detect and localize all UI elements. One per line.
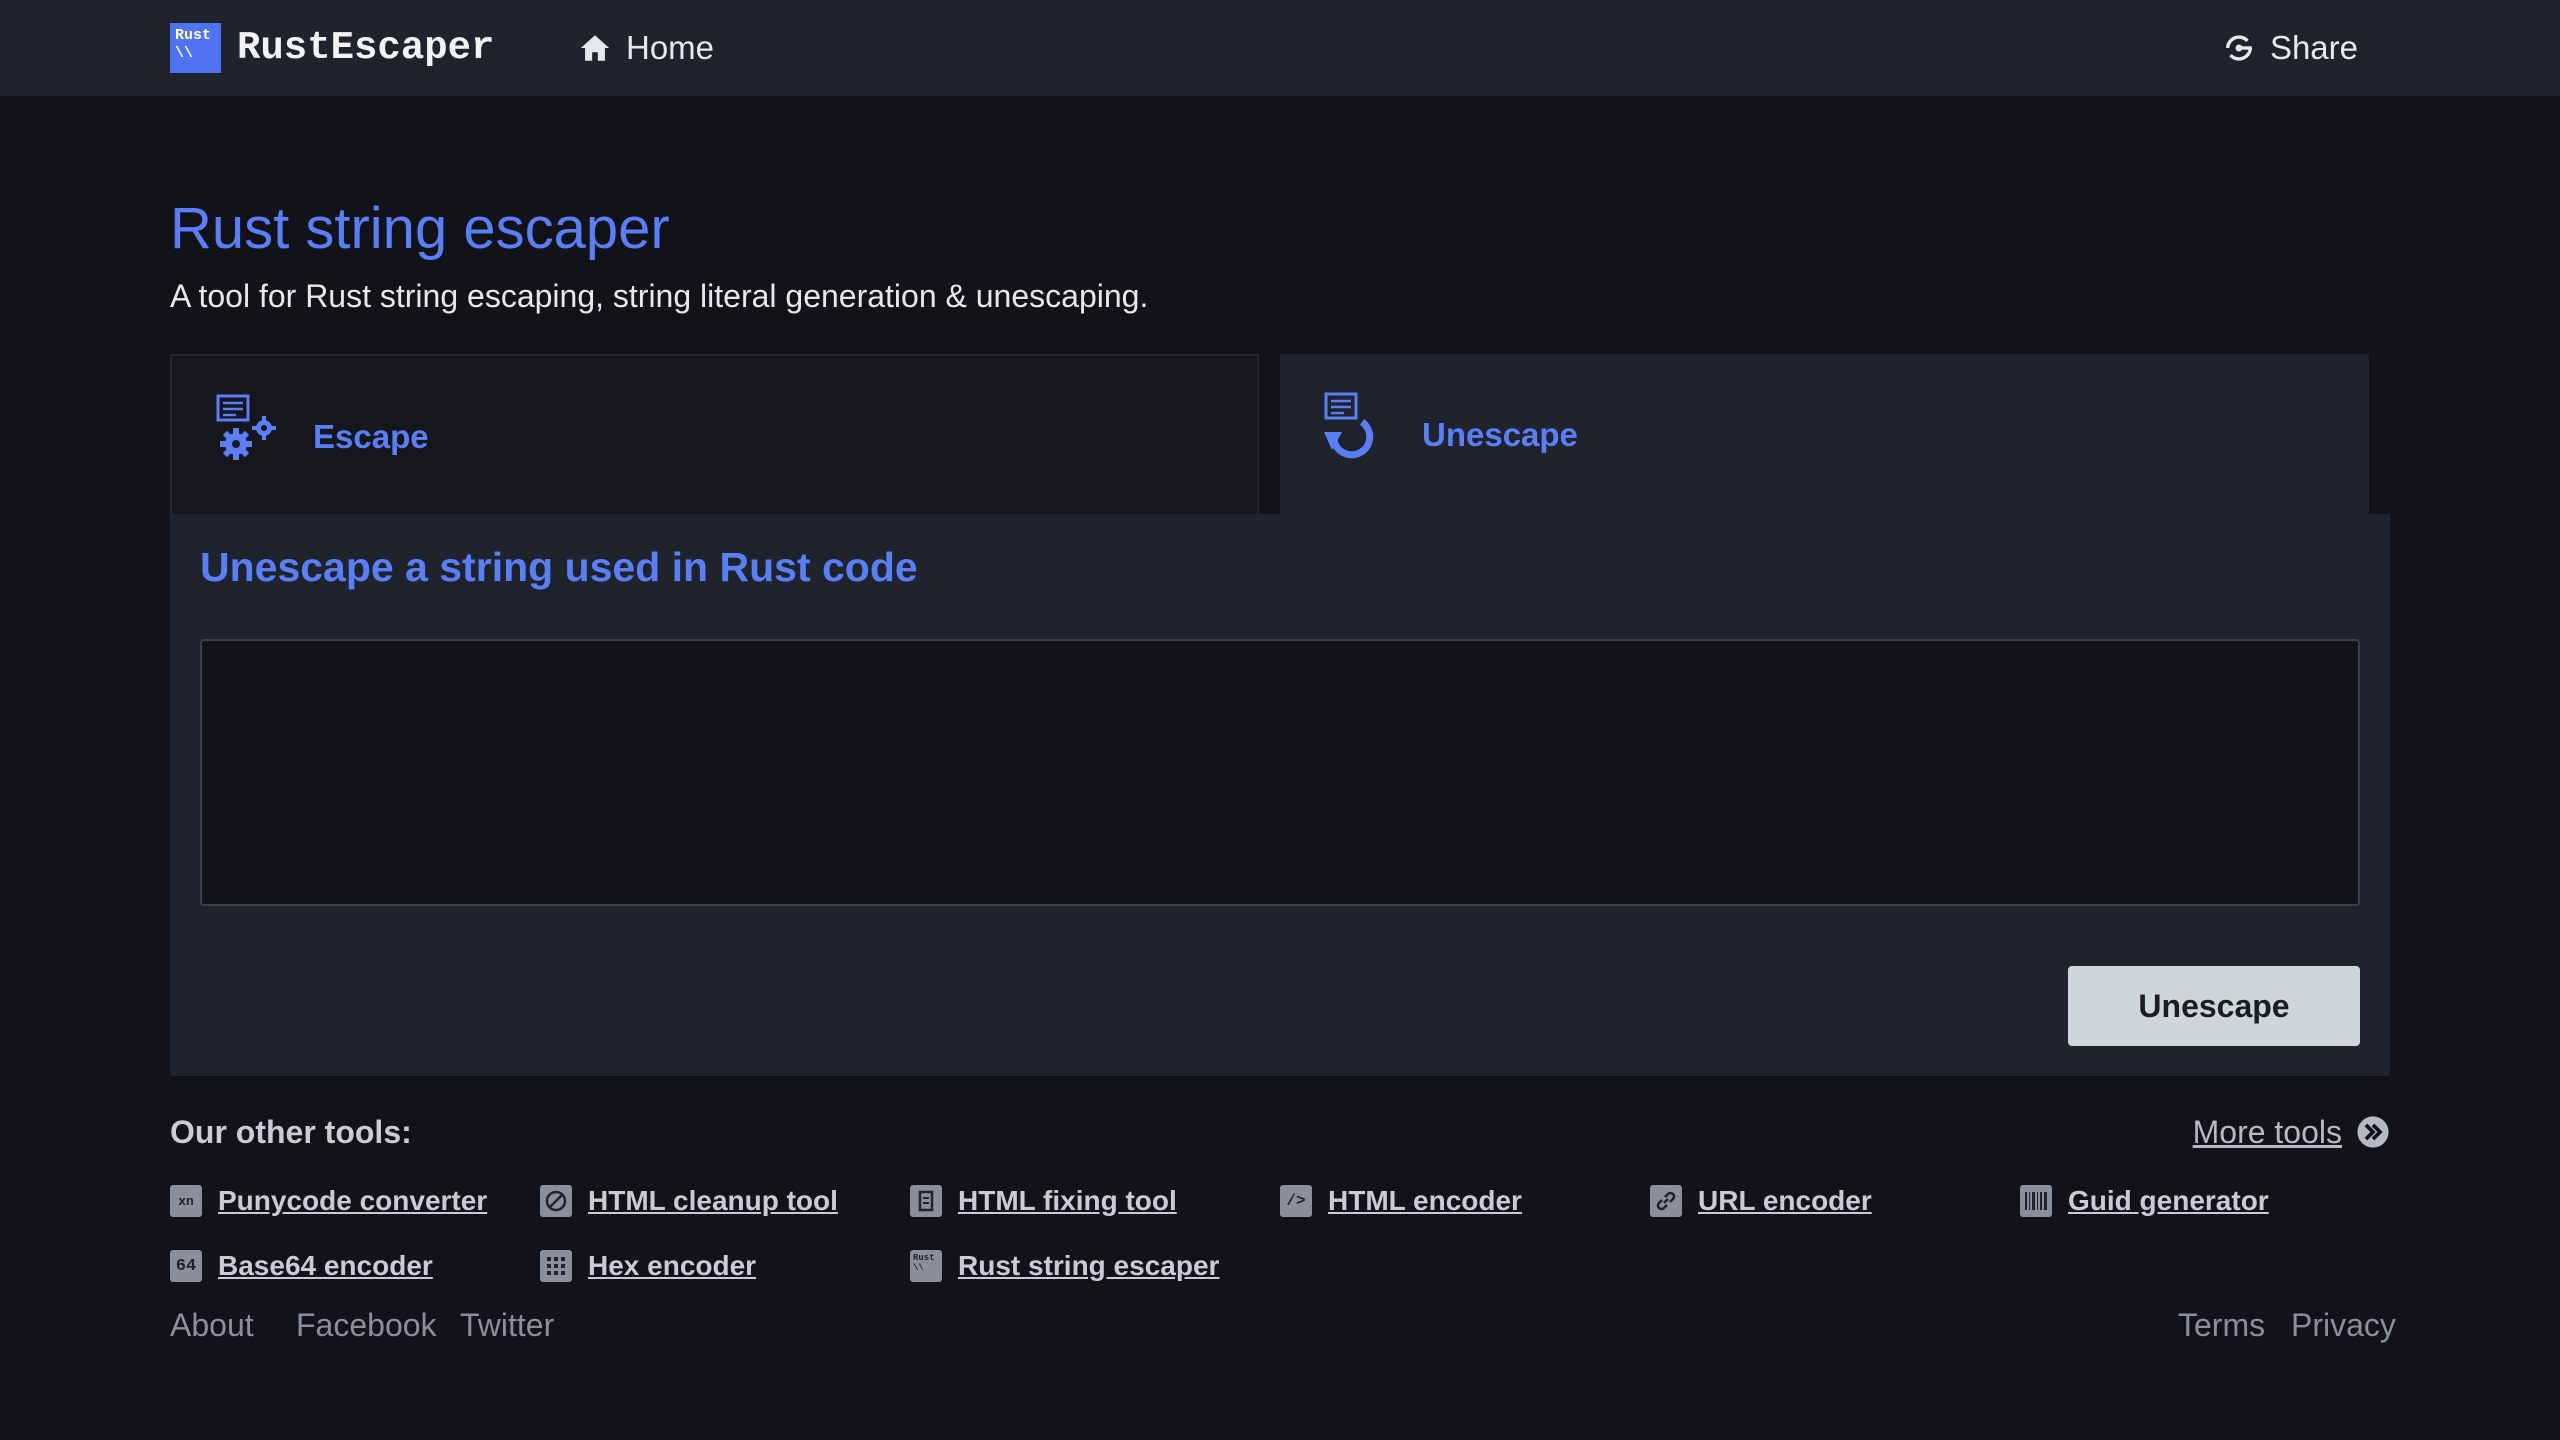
tab-unescape[interactable]: Unescape [1280,354,2369,514]
fix-icon [910,1185,942,1217]
footer-terms-link[interactable]: Terms [2178,1307,2265,1344]
tool-label: URL encoder [1698,1185,1872,1216]
barcode-icon [2020,1185,2052,1217]
brand-logo-link[interactable]: Rust \\ RustEscaper [170,23,494,73]
panel-title: Unescape a string used in Rust code [200,544,918,590]
footer-about-link[interactable]: About [170,1307,254,1344]
share-icon [2225,35,2252,61]
link-icon [1650,1185,1682,1217]
tool-link-hex-encoder[interactable]: Hex encoder [540,1248,756,1284]
footer-facebook-link[interactable]: Facebook [296,1307,437,1344]
tool-link-base64-encoder[interactable]: 64 Base64 encoder [170,1248,433,1284]
base64-icon: 64 [170,1250,202,1282]
tool-label: Hex encoder [588,1250,757,1281]
tab-escape-label: Escape [313,418,429,455]
punycode-icon: xn [170,1185,202,1217]
top-navbar: Rust \\ RustEscaper Home Share [0,0,2560,96]
home-icon [580,35,610,61]
chevron-double-right-icon [2357,1116,2389,1148]
rust-mini-icon: Rust \\ [910,1250,942,1282]
tool-link-html-fixing[interactable]: HTML fixing tool [910,1183,1177,1219]
code-icon: /> [1280,1185,1312,1217]
tool-link-html-cleanup[interactable]: HTML cleanup tool [540,1183,838,1219]
tool-label: Punycode converter [218,1185,488,1216]
share-button[interactable]: Share [2222,26,2358,70]
tool-link-html-encoder[interactable]: /> HTML encoder [1280,1183,1522,1219]
hex-grid-icon [540,1250,572,1282]
tool-label: HTML encoder [1328,1185,1522,1216]
tool-link-punycode[interactable]: xn Punycode converter [170,1183,487,1219]
cleanup-icon [540,1185,572,1217]
other-tools-heading: Our other tools: [170,1114,412,1150]
escape-gears-icon [216,394,276,460]
tool-label: HTML cleanup tool [588,1185,838,1216]
tool-link-guid-generator[interactable]: Guid generator [2020,1183,2269,1219]
tool-label: HTML fixing tool [958,1185,1177,1216]
footer-privacy-link[interactable]: Privacy [2291,1307,2396,1344]
tab-unescape-label: Unescape [1422,416,1578,453]
unescape-arrow-icon [1324,392,1374,459]
tool-label: Guid generator [2068,1185,2269,1216]
unescape-button[interactable]: Unescape [2068,966,2360,1046]
tab-escape[interactable]: Escape [170,354,1259,514]
share-label: Share [2269,29,2358,66]
brand-name: RustEscaper [237,26,495,70]
home-label: Home [626,29,715,66]
footer-twitter-link[interactable]: Twitter [460,1307,554,1344]
tool-label: Rust string escaper [958,1250,1220,1281]
tool-label: Base64 encoder [218,1250,433,1281]
more-tools-label: More tools [2192,1113,2342,1150]
rust-logo-icon: Rust \\ [170,23,221,73]
unescape-panel: Unescape a string used in Rust code Unes… [170,514,2390,1076]
tool-link-url-encoder[interactable]: URL encoder [1650,1183,1872,1219]
string-input[interactable] [200,639,2360,906]
page-subtitle: A tool for Rust string escaping, string … [170,278,1149,314]
tool-link-rust-escaper[interactable]: Rust \\ Rust string escaper [910,1248,1219,1284]
page-title: Rust string escaper [170,196,670,261]
home-link[interactable]: Home [578,26,714,70]
more-tools-link[interactable]: More tools [2193,1112,2390,1152]
